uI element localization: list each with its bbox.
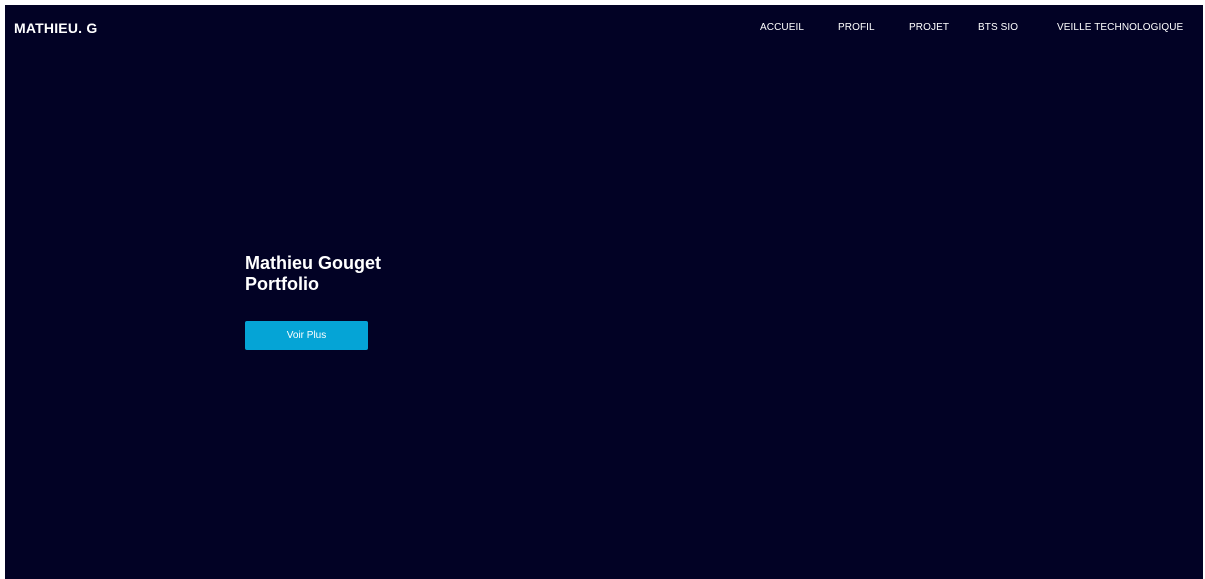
navbar: MATHIEU. G ACCUEIL PROFIL PROJET BTS SIO… (5, 5, 1203, 53)
brand-logo[interactable]: MATHIEU. G (14, 20, 97, 36)
nav-link-accueil[interactable]: ACCUEIL (760, 22, 804, 33)
voir-plus-button[interactable]: Voir Plus (245, 321, 368, 350)
hero-title: Mathieu Gouget Portfolio (245, 253, 381, 295)
nav-link-profil[interactable]: PROFIL (838, 22, 875, 33)
hero-title-line-name: Mathieu Gouget (245, 253, 381, 273)
nav-link-projet[interactable]: PROJET (909, 22, 949, 33)
hero-title-line-portfolio: Portfolio (245, 274, 319, 294)
hero-section: Mathieu Gouget Portfolio Voir Plus (245, 253, 381, 350)
page-background: MATHIEU. G ACCUEIL PROFIL PROJET BTS SIO… (5, 5, 1203, 579)
nav-link-bts-sio[interactable]: BTS SIO (978, 22, 1018, 33)
nav-link-veille-technologique[interactable]: VEILLE TECHNOLOGIQUE (1057, 22, 1183, 33)
